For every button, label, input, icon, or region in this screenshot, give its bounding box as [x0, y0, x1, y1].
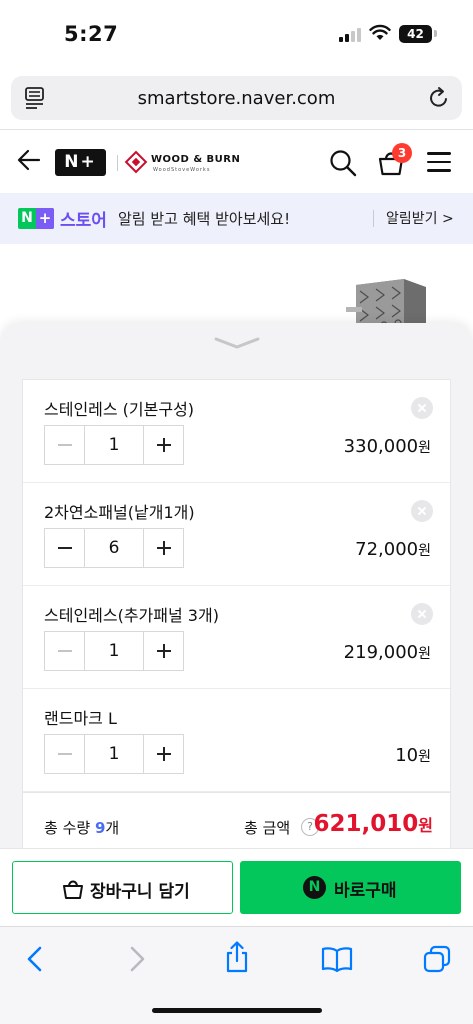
- increase-quantity-button[interactable]: [143, 735, 183, 773]
- address-bar[interactable]: smartstore.naver.com: [11, 76, 462, 120]
- shopping-bag-icon: [63, 880, 83, 899]
- option-name: 스테인레스 (기본구성): [44, 400, 195, 419]
- collapse-chevron-icon[interactable]: [213, 336, 261, 350]
- option-name: 2차연소패널(낱개1개): [44, 503, 195, 522]
- total-amount-label: 총 금액: [244, 819, 291, 837]
- decrease-quantity-button[interactable]: [45, 426, 85, 464]
- total-quantity: 총 수량 9개: [44, 819, 120, 837]
- status-bar: 5:27 42: [0, 0, 473, 70]
- store-logo[interactable]: WOOD & BURN WoodStoveWorks: [124, 150, 240, 174]
- naver-plus-store-badge: N +: [18, 208, 54, 229]
- increase-quantity-button[interactable]: [143, 529, 183, 567]
- quantity-value[interactable]: 1: [85, 632, 143, 670]
- option-price: 330,000원: [343, 436, 431, 457]
- status-time: 5:27: [64, 22, 119, 46]
- quantity-stepper: 1: [44, 425, 184, 465]
- promo-store-word: 스토어: [60, 211, 107, 231]
- cart-count-badge: 3: [392, 143, 412, 163]
- option-price: 219,000원: [343, 642, 431, 663]
- subscribe-alerts-link[interactable]: 알림받기 >: [386, 208, 454, 228]
- url-text[interactable]: smartstore.naver.com: [11, 88, 462, 109]
- tabs-icon[interactable]: [423, 945, 451, 973]
- selected-options-list: 스테인레스 (기본구성) 1 330,000원 2차연소패널(낱개1개) 6 7…: [22, 379, 451, 792]
- naver-pay-icon: N: [303, 876, 326, 899]
- back-arrow-icon[interactable]: [17, 148, 41, 172]
- quantity-value[interactable]: 1: [85, 735, 143, 773]
- remove-option-icon[interactable]: [411, 397, 433, 419]
- option-sheet: 스테인레스 (기본구성) 1 330,000원 2차연소패널(낱개1개) 6 7…: [0, 323, 473, 853]
- decrease-quantity-button[interactable]: [45, 735, 85, 773]
- remove-option-icon[interactable]: [411, 500, 433, 522]
- store-logo-name: WOOD & BURN: [151, 154, 241, 165]
- browser-address-area: smartstore.naver.com: [0, 70, 473, 130]
- option-item: 스테인레스(추가패널 3개) 1 219,000원: [23, 586, 450, 689]
- decrease-quantity-button[interactable]: [45, 529, 85, 567]
- order-summary: 총 수량 9개 총 금액 ? 621,010원: [22, 792, 451, 852]
- option-item: 스테인레스 (기본구성) 1 330,000원: [23, 380, 450, 483]
- store-logo-subtitle: WoodStoveWorks: [153, 167, 211, 173]
- promo-divider: [373, 210, 374, 227]
- naver-plus-logo[interactable]: N+: [55, 149, 106, 176]
- forward-icon[interactable]: [126, 945, 148, 973]
- remove-option-icon[interactable]: [411, 603, 433, 625]
- bookmarks-icon[interactable]: [321, 945, 353, 973]
- increase-quantity-button[interactable]: [143, 632, 183, 670]
- battery-level: 42: [399, 25, 432, 43]
- store-logo-mark: [124, 150, 148, 174]
- option-price: 72,000원: [355, 539, 431, 560]
- quantity-value[interactable]: 1: [85, 426, 143, 464]
- back-icon[interactable]: [24, 945, 46, 973]
- reload-icon[interactable]: [428, 86, 450, 110]
- signal-icon: [339, 28, 363, 42]
- promo-message: 알림 받고 혜택 받아보세요!: [118, 210, 291, 228]
- purchase-actions: 장바구니 담기 N 바로구매: [0, 848, 473, 926]
- option-name: 랜드마크 L: [44, 709, 117, 728]
- product-image-area: [0, 244, 473, 337]
- add-to-cart-button[interactable]: 장바구니 담기: [12, 861, 233, 914]
- option-item: 2차연소패널(낱개1개) 6 72,000원: [23, 483, 450, 586]
- decrease-quantity-button[interactable]: [45, 632, 85, 670]
- buy-now-label: 바로구매: [334, 881, 397, 901]
- quantity-stepper: 6: [44, 528, 184, 568]
- quantity-value[interactable]: 6: [85, 529, 143, 567]
- add-to-cart-label: 장바구니 담기: [90, 882, 190, 902]
- menu-icon[interactable]: [427, 152, 451, 172]
- increase-quantity-button[interactable]: [143, 426, 183, 464]
- buy-now-button[interactable]: N 바로구매: [240, 861, 461, 914]
- battery-icon: [434, 30, 437, 37]
- notification-promo-banner[interactable]: N + 스토어 알림 받고 혜택 받아보세요! 알림받기 >: [0, 193, 473, 244]
- quantity-stepper: 1: [44, 734, 184, 774]
- quantity-stepper: 1: [44, 631, 184, 671]
- option-item: 랜드마크 L 1 10원: [23, 689, 450, 792]
- option-name: 스테인레스(추가패널 3개): [44, 606, 219, 625]
- header-divider: [117, 155, 118, 171]
- share-icon[interactable]: [224, 941, 250, 973]
- total-amount: 621,010원: [313, 811, 434, 837]
- search-icon[interactable]: [329, 149, 357, 177]
- home-indicator: [152, 1008, 322, 1013]
- wifi-icon: [369, 24, 391, 40]
- option-price: 10원: [395, 745, 431, 766]
